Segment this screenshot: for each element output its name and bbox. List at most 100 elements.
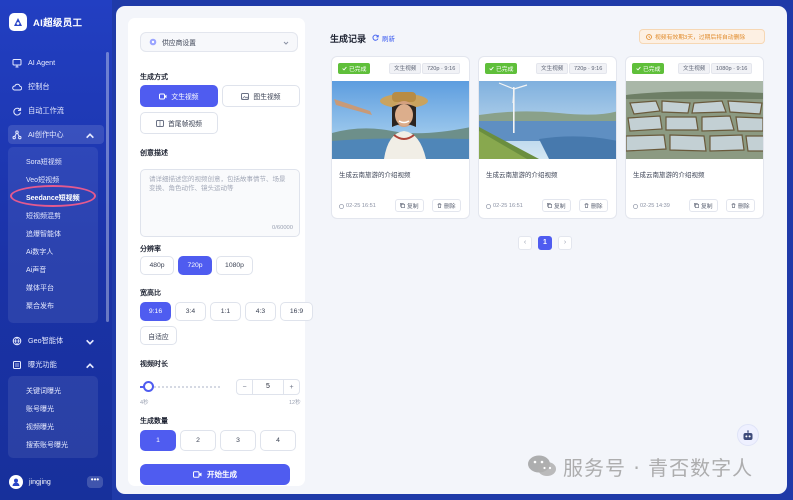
ratio-adaptive[interactable]: 自适应 — [140, 326, 177, 345]
video-thumbnail[interactable] — [332, 81, 469, 159]
sidebar-item-ai-agent[interactable]: AI Agent — [8, 53, 104, 72]
submenu-item-digital-human[interactable]: Ai数字人 — [26, 247, 53, 257]
ratio-16-9[interactable]: 16:9 — [280, 302, 313, 321]
monitor-icon — [12, 58, 22, 67]
card-time-text: 02-25 16:51 — [493, 203, 523, 209]
increment-button[interactable]: + — [284, 384, 299, 391]
chevron-down-icon — [283, 41, 289, 45]
type-tag: 文生视频 — [536, 63, 569, 74]
prev-page-button[interactable]: ‹ — [518, 236, 532, 250]
duration-stepper[interactable]: − 5 + — [236, 379, 300, 395]
submenu-item-mix-edit[interactable]: 短视频混剪 — [26, 211, 61, 221]
generate-button[interactable]: 开始生成 — [140, 464, 290, 485]
next-page-button[interactable]: › — [558, 236, 572, 250]
brand-name: AI超级员工 — [33, 18, 83, 29]
sidebar-item-console[interactable]: 控制台 — [8, 77, 104, 96]
mode-label: 生成方式 — [140, 74, 168, 81]
submenu-item-voice[interactable]: Ai声音 — [26, 265, 46, 275]
ratio-3-4[interactable]: 3:4 — [175, 302, 206, 321]
submenu-item-trend-agent[interactable]: 追爆智能体 — [26, 229, 61, 239]
meta-tag: 720p · 9:16 — [569, 63, 608, 74]
sidebar-item-label: 控制台 — [28, 81, 50, 91]
sidebar-item-exposure[interactable]: 曝光功能 — [8, 355, 104, 374]
video-icon — [159, 93, 167, 99]
clock-icon — [646, 33, 652, 40]
video-thumbnail[interactable] — [479, 81, 616, 159]
description-textarea[interactable]: 请详细描述您的视频创意，包括故事情节、场景变换、角色动作、镜头运动等 0/600… — [140, 169, 300, 237]
submenu-item-sora[interactable]: Sora短视频 — [26, 157, 62, 167]
status-badge: 已完成 — [632, 63, 665, 74]
copy-button[interactable]: 复制 — [395, 199, 424, 212]
duration-slider-handle[interactable] — [143, 381, 154, 392]
copy-button[interactable]: 复制 — [689, 199, 718, 212]
record-card[interactable]: 已完成 文生视频 720p · 9:16 生成云南旅游的介绍视频 02-25 1… — [478, 56, 617, 219]
video-thumbnail[interactable] — [626, 81, 763, 159]
page-1-button[interactable]: 1 — [538, 236, 552, 250]
card-title: 生成云南旅游的介绍视频 — [339, 172, 411, 179]
count-2[interactable]: 2 — [180, 430, 216, 451]
submenu-item-account-exposure[interactable]: 账号曝光 — [26, 404, 54, 414]
delete-label: 删除 — [738, 204, 750, 210]
duration-min: 4秒 — [140, 400, 149, 406]
count-1[interactable]: 1 — [140, 430, 176, 451]
sidebar-item-workflow[interactable]: 自动工作流 — [8, 101, 104, 120]
sidebar-item-ai-creation[interactable]: AI创作中心 — [8, 125, 104, 144]
watermark-text: 服务号 · 青否数字人 — [563, 455, 754, 480]
network-icon — [12, 130, 22, 139]
resolution-480p[interactable]: 480p — [140, 256, 174, 275]
copy-label: 复制 — [554, 204, 566, 210]
assistant-button[interactable] — [737, 424, 759, 446]
sidebar-scrollbar[interactable] — [106, 52, 109, 322]
mode-text-to-video[interactable]: 文生视频 — [140, 85, 218, 107]
globe-icon — [12, 336, 22, 345]
delete-button[interactable]: 删除 — [726, 199, 755, 212]
submenu-item-search-account-exposure[interactable]: 搜索账号曝光 — [26, 440, 68, 450]
submenu-item-video-exposure[interactable]: 视频曝光 — [26, 422, 54, 432]
expiry-notice-text: 视频有效期3天，过期后将自动删除 — [655, 35, 746, 41]
sidebar-item-label: 自动工作流 — [28, 105, 64, 115]
robot-icon — [743, 429, 753, 440]
mode-label-text: 文生视频 — [171, 94, 199, 101]
count-3[interactable]: 3 — [220, 430, 256, 451]
ratio-1-1[interactable]: 1:1 — [210, 302, 241, 321]
decrement-button[interactable]: − — [237, 384, 252, 391]
delete-button[interactable]: 删除 — [579, 199, 608, 212]
status-badge: 已完成 — [338, 63, 371, 74]
duration-value[interactable]: 5 — [252, 380, 284, 394]
delete-button[interactable]: 删除 — [432, 199, 461, 212]
record-card[interactable]: 已完成 文生视频 720p · 9:16 生成云南旅游的介绍视频 02-25 1… — [331, 56, 470, 219]
resolution-1080p[interactable]: 1080p — [216, 256, 253, 275]
submenu-item-media-platform[interactable]: 媒体平台 — [26, 283, 54, 293]
refresh-button[interactable]: 刷新 — [372, 32, 395, 43]
sidebar-item-label: 曝光功能 — [28, 359, 57, 369]
record-card[interactable]: 已完成 文生视频 1080p · 9:16 生成云南旅游的介绍视频 02-25 … — [625, 56, 764, 219]
submenu-item-veo[interactable]: Veo短视频 — [26, 175, 59, 185]
copy-button[interactable]: 复制 — [542, 199, 571, 212]
count-label: 生成数量 — [140, 418, 168, 425]
sidebar-item-geo-agent[interactable]: Geo智能体 — [8, 331, 104, 350]
provider-select[interactable]: 供应商设置 — [140, 32, 298, 52]
resolution-label: 分辨率 — [140, 246, 161, 253]
submenu-item-keyword-exposure[interactable]: 关键词曝光 — [26, 386, 61, 396]
mode-first-last-frame[interactable]: 首尾帧视频 — [140, 112, 218, 134]
ratio-label: 宽高比 — [140, 290, 161, 297]
resolution-720p[interactable]: 720p — [178, 256, 212, 275]
submenu-item-publish[interactable]: 聚合发布 — [26, 301, 54, 311]
refresh-icon — [13, 107, 22, 116]
count-4[interactable]: 4 — [260, 430, 296, 451]
brand[interactable]: AI超级员工 — [9, 11, 82, 33]
delete-label: 删除 — [591, 204, 603, 210]
more-button[interactable]: ••• — [87, 476, 103, 488]
mode-image-to-video[interactable]: 图生视频 — [222, 85, 300, 107]
ratio-9-16[interactable]: 9:16 — [140, 302, 171, 321]
user-profile[interactable]: jingjing ••• — [9, 473, 103, 491]
card-time: 02-25 16:51 — [339, 203, 376, 209]
provider-label: 供应商设置 — [162, 40, 196, 47]
cloud-icon — [12, 83, 22, 90]
ratio-4-3[interactable]: 4:3 — [245, 302, 276, 321]
status-text: 已完成 — [643, 67, 661, 73]
pagination: ‹ 1 › — [518, 236, 572, 250]
card-time-text: 02-25 14:39 — [640, 203, 670, 209]
status-badge: 已完成 — [485, 63, 518, 74]
records-title: 生成记录 — [330, 34, 367, 44]
